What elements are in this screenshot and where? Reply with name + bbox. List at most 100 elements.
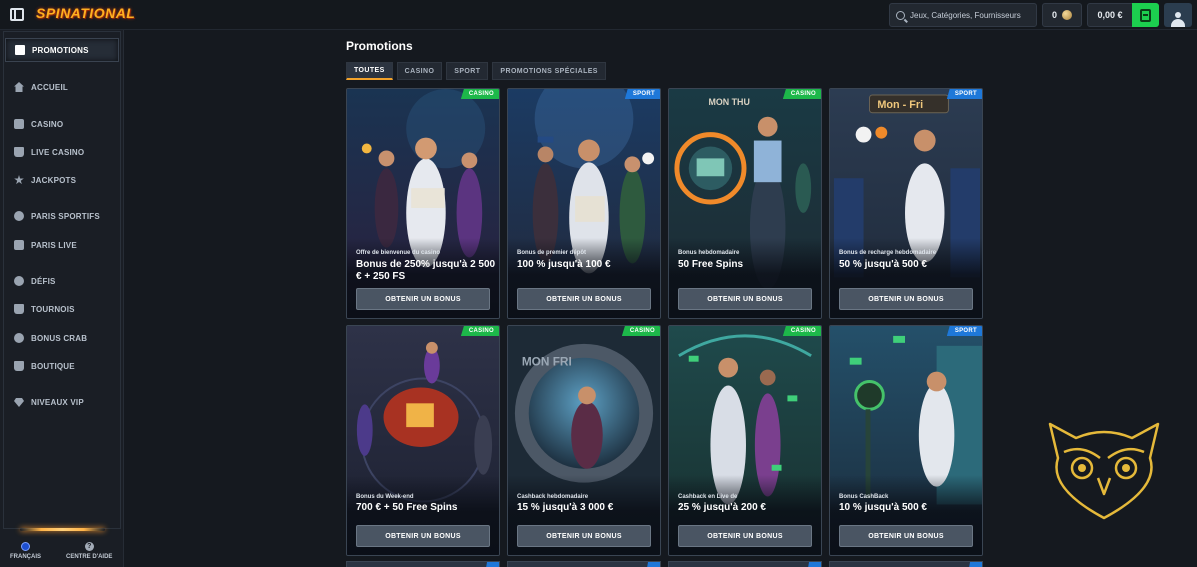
sidebar-item-label: PROMOTIONS [32,45,89,55]
sidebar-item-label: BONUS CRAB [31,333,88,343]
get-bonus-button[interactable]: OBTENIR UN BONUS [356,525,490,547]
promo-card-peek [346,561,500,567]
tab-sport[interactable]: SPORT [446,62,489,80]
promo-card-peek [507,561,661,567]
football-icon [14,211,24,221]
promo-title: 50 Free Spins [678,259,744,270]
crab-icon [14,333,24,343]
category-badge: SPORT [946,326,982,336]
trophy-icon [14,304,24,314]
get-bonus-button[interactable]: OBTENIR UN BONUS [678,525,812,547]
category-badge: CASINO [460,326,499,336]
sidebar-item-niveaux-vip[interactable]: NIVEAUX VIP [5,390,119,414]
promo-title: 700 € + 50 Free Spins [356,502,458,513]
help-label: CENTRE D'AIDE [66,554,113,560]
casino-icon [14,119,24,129]
sidebar-item-label: ACCUEIL [31,82,68,92]
category-badge [969,562,982,567]
promo-title: 10 % jusqu'à 500 € [839,502,927,513]
sidebar-item-label: TOURNOIS [31,304,75,314]
promo-subtitle: Cashback hebdomadaire [517,494,589,500]
tab-promotions-speciales[interactable]: PROMOTIONS SPÉCIALES [492,62,606,80]
search-box[interactable] [889,3,1037,27]
coin-icon [1062,10,1072,20]
next-row-peek [346,561,983,567]
tab-casino[interactable]: CASINO [396,62,443,80]
sidebar-item-tournois[interactable]: TOURNOIS [5,297,119,321]
sidebar-item-defis[interactable]: DÉFIS [5,269,119,293]
category-badge [647,562,660,567]
get-bonus-button[interactable]: OBTENIR UN BONUS [839,525,973,547]
promo-title: Bonus de 250% jusqu'à 2 500 € + 250 FS [356,259,496,282]
search-input[interactable] [910,10,1035,20]
search-icon [896,10,905,20]
promo-title: 25 % jusqu'à 200 € [678,502,766,513]
deposit-button[interactable] [1132,3,1159,27]
sidebar-item-boutique[interactable]: BOUTIQUE [5,354,119,378]
flag-icon [21,542,30,551]
promo-subtitle: Cashback en Live de [678,494,738,500]
sidebar-item-label: NIVEAUX VIP [31,397,84,407]
sidebar-item-label: JACKPOTS [31,175,77,185]
promo-subtitle: Bonus de recharge hebdomadaire [839,250,937,256]
promo-subtitle: Offre de bienvenue du casino [356,250,441,256]
sidebar-item-promotions[interactable]: PROMOTIONS [5,38,119,62]
sidebar-glow-divider [20,528,105,531]
live-casino-icon [14,147,24,157]
language-selector[interactable]: FRANÇAIS [10,542,41,560]
promo-title: 50 % jusqu'à 500 € [839,259,927,270]
promo-subtitle: Bonus CashBack [839,494,889,500]
art-text: MON FRI [522,355,572,369]
category-badge: CASINO [621,326,660,336]
sidebar-item-label: PARIS SPORTIFS [31,211,100,221]
sidebar-item-accueil[interactable]: ACCUEIL [5,75,119,99]
sidebar-item-casino[interactable]: CASINO [5,112,119,136]
promo-card: CASINO Cashback en Live de 25 % jusqu'à … [668,325,822,556]
category-badge [486,562,499,567]
sidebar-item-label: DÉFIS [31,276,56,286]
get-bonus-button[interactable]: OBTENIR UN BONUS [678,288,812,310]
tab-toutes[interactable]: TOUTES [346,62,393,80]
get-bonus-button[interactable]: OBTENIR UN BONUS [356,288,490,310]
category-badge: SPORT [946,89,982,99]
coins-value: 0 [1051,10,1057,20]
get-bonus-button[interactable]: OBTENIR UN BONUS [839,288,973,310]
promo-subtitle: Bonus hebdomadaire [678,250,740,256]
get-bonus-button[interactable]: OBTENIR UN BONUS [517,525,651,547]
get-bonus-button[interactable]: OBTENIR UN BONUS [517,288,651,310]
sidebar-toggle-icon[interactable] [10,8,24,21]
home-icon [14,82,24,92]
sidebar-item-label: PARIS LIVE [31,240,77,250]
language-label: FRANÇAIS [10,554,41,560]
promo-card: MON FRI CASINO Cashback hebdomadaire 15 … [507,325,661,556]
sidebar-item-live-casino[interactable]: LIVE CASINO [5,140,119,164]
sidebar-item-label: CASINO [31,119,64,129]
sidebar: PROMOTIONS ACCUEIL CASINO LIVE CASINO JA… [0,30,124,567]
diamond-icon [14,398,24,407]
category-badge: SPORT [624,89,660,99]
promo-title: 100 % jusqu'à 100 € [517,259,611,270]
wallet-icon [1140,8,1151,22]
sidebar-item-label: BOUTIQUE [31,361,75,371]
sidebar-item-paris-sportifs[interactable]: PARIS SPORTIFS [5,204,119,228]
sidebar-item-label: LIVE CASINO [31,147,85,157]
coins-balance[interactable]: 0 [1042,3,1082,27]
gift-icon [15,45,25,55]
category-badge: CASINO [782,326,821,336]
sidebar-item-paris-live[interactable]: PARIS LIVE [5,233,119,257]
sidebar-item-bonus-crab[interactable]: BONUS CRAB [5,326,119,350]
category-badge [808,562,821,567]
promo-title: 15 % jusqu'à 3 000 € [517,502,614,513]
promo-card-peek [829,561,983,567]
help-center-link[interactable]: ? CENTRE D'AIDE [66,542,112,560]
promotion-tabs: TOUTES CASINO SPORT PROMOTIONS SPÉCIALES [346,62,606,80]
category-badge: CASINO [460,89,499,99]
art-text: MON THU [708,97,749,107]
account-button[interactable] [1164,3,1192,27]
shop-icon [14,361,24,371]
promo-card: Mon - Fri SPORT Bonus de recharge hebdom… [829,88,983,319]
promo-subtitle: Bonus de premier dépôt [517,250,587,256]
wallet-balance[interactable]: 0,00 € [1087,3,1133,27]
site-logo[interactable]: SPINATIONAL [36,5,135,21]
sidebar-item-jackpots[interactable]: JACKPOTS [5,168,119,192]
